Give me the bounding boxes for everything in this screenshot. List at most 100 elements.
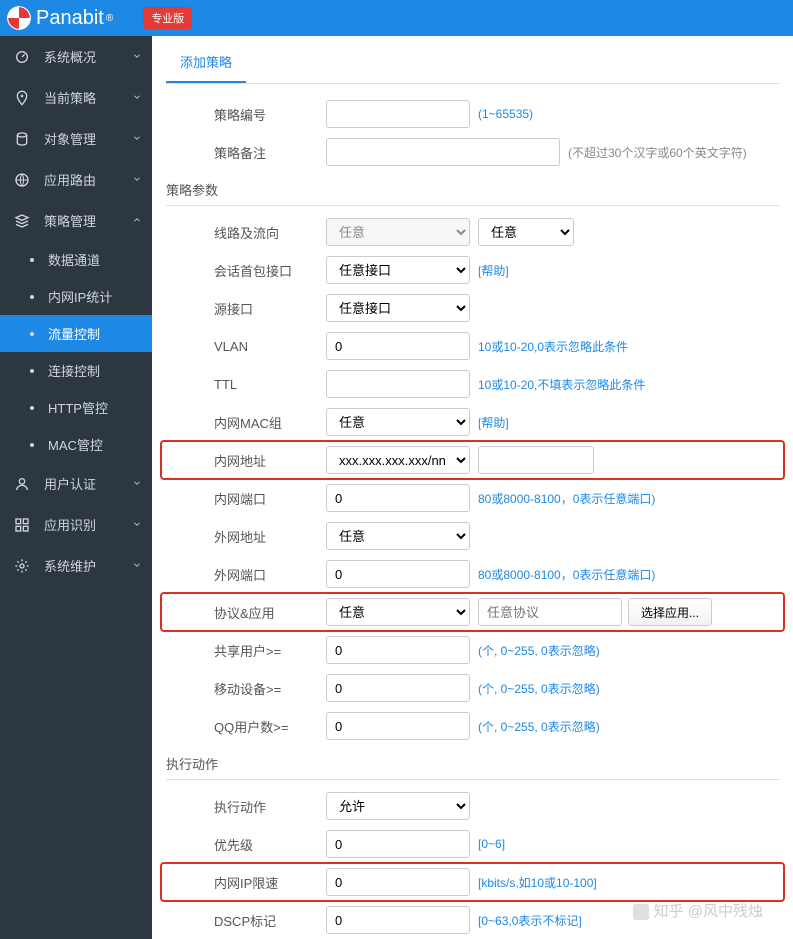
label-qq: QQ用户数>= [166,717,326,736]
app-header: Panabit ® 专业版 [0,0,793,36]
hint-inport: 80或8000-8100，0表示任意端口) [478,490,655,507]
sidebar-label: 策略管理 [44,211,96,230]
tab-bar: 添加策略 [166,36,779,84]
hint-ttl: 10或10-20,不填表示忽略此条件 [478,376,645,393]
sub-label: 连接控制 [48,361,100,380]
hint-iplimit: [kbits/s,如10或10-100] [478,874,597,891]
hint-policy-note: (不超过30个汉字或60个英文字符) [568,144,747,161]
sidebar-item-3[interactable]: 应用路由 [0,159,152,200]
sub-label: 数据通道 [48,250,100,269]
sidebar-item-6[interactable]: 应用识别 [0,504,152,545]
label-line: 线路及流向 [166,223,326,242]
label-outport: 外网端口 [166,565,326,584]
label-prio: 优先级 [166,835,326,854]
sidebar: 系统概况当前策略对象管理应用路由策略管理数据通道内网IP统计流量控制连接控制 HT… [0,36,152,939]
input-ttl[interactable] [326,370,470,398]
chevron-down-icon [132,213,142,228]
input-dscp[interactable] [326,906,470,934]
chevron-down-icon [132,172,142,187]
select-direction[interactable]: 任意 [478,218,574,246]
hint-qq: (个, 0~255, 0表示忽略) [478,718,600,735]
dot-icon [30,369,34,373]
dot-icon [30,443,34,447]
chevron-down-icon [132,476,142,491]
highlight-inaddr: 内网地址 xxx.xxx.xxx.xxx/nn [160,440,785,480]
chevron-down-icon [132,558,142,573]
sidebar-item-0[interactable]: 系统概况 [0,36,152,77]
label-policy-id: 策略编号 [166,105,326,124]
label-outaddr: 外网地址 [166,527,326,546]
hint-policy-id: (1~65535) [478,107,533,121]
label-mobile: 移动设备>= [166,679,326,698]
sidebar-item-7[interactable]: 系统维护 [0,545,152,586]
sidebar-label: 系统维护 [44,556,96,575]
select-inaddr[interactable]: xxx.xxx.xxx.xxx/nn [326,446,470,474]
label-policy-note: 策略备注 [166,143,326,162]
help-firstpkt[interactable]: [帮助] [478,262,509,279]
input-iplimit[interactable] [326,868,470,896]
input-mobile[interactable] [326,674,470,702]
label-share: 共享用户>= [166,641,326,660]
sidebar-label: 系统概况 [44,47,96,66]
hint-prio: [0~6] [478,837,505,851]
tab-add-policy[interactable]: 添加策略 [166,42,246,83]
dot-icon [30,406,34,410]
input-policy-note[interactable] [326,138,560,166]
sidebar-item-4[interactable]: 策略管理 [0,200,152,241]
choose-app-button[interactable]: 选择应用... [628,598,712,626]
input-outport[interactable] [326,560,470,588]
select-firstpkt[interactable]: 任意接口 [326,256,470,284]
input-inport[interactable] [326,484,470,512]
sidebar-sub-4-1[interactable]: 内网IP统计 [0,278,152,315]
select-proto[interactable]: 任意 [326,598,470,626]
input-inaddr[interactable] [478,446,594,474]
brand-text: Panabit [36,7,104,30]
sidebar-sub-4-5[interactable]: MAC管控 [0,426,152,463]
hint-dscp: [0~63,0表示不标记] [478,912,582,929]
chevron-down-icon [132,131,142,146]
select-srcif[interactable]: 任意接口 [326,294,470,322]
input-qq[interactable] [326,712,470,740]
sidebar-sub-4-2[interactable]: 流量控制 [0,315,152,352]
label-dscp: DSCP标记 [166,911,326,930]
sidebar-item-2[interactable]: 对象管理 [0,118,152,159]
select-line[interactable]: 任意 [326,218,470,246]
sidebar-sub-4-4[interactable]: HTTP管控 [0,389,152,426]
sidebar-sub-4-0[interactable]: 数据通道 [0,241,152,278]
hint-outport: 80或8000-8100，0表示任意端口) [478,566,655,583]
brand-logo: Panabit ® [6,5,113,31]
select-action[interactable]: 允许 [326,792,470,820]
select-macgrp[interactable]: 任意 [326,408,470,436]
hint-vlan: 10或10-20,0表示忽略此条件 [478,338,628,355]
label-inport: 内网端口 [166,489,326,508]
label-macgrp: 内网MAC组 [166,413,326,432]
chevron-down-icon [132,90,142,105]
chevron-down-icon [132,49,142,64]
input-share[interactable] [326,636,470,664]
dot-icon [30,258,34,262]
label-proto: 协议&应用 [166,603,326,622]
umbrella-icon [6,5,32,31]
section-params: 策略参数 [166,180,779,206]
sidebar-item-5[interactable]: 用户认证 [0,463,152,504]
sidebar-label: 应用路由 [44,170,96,189]
highlight-iplimit: 内网IP限速 [kbits/s,如10或10-100] [160,862,785,902]
dot-icon [30,295,34,299]
label-inaddr: 内网地址 [166,451,326,470]
sidebar-label: 当前策略 [44,88,96,107]
hint-share: (个, 0~255, 0表示忽略) [478,642,600,659]
label-srcif: 源接口 [166,299,326,318]
label-iplimit: 内网IP限速 [166,873,326,892]
label-vlan: VLAN [166,339,326,354]
input-prio[interactable] [326,830,470,858]
sidebar-sub-4-3[interactable]: 连接控制 [0,352,152,389]
label-firstpkt: 会话首包接口 [166,261,326,280]
select-outaddr[interactable]: 任意 [326,522,470,550]
input-policy-id[interactable] [326,100,470,128]
sub-label: 流量控制 [48,324,100,343]
sidebar-item-1[interactable]: 当前策略 [0,77,152,118]
help-macgrp[interactable]: [帮助] [478,414,509,431]
input-proto[interactable] [478,598,622,626]
chevron-down-icon [132,517,142,532]
input-vlan[interactable] [326,332,470,360]
